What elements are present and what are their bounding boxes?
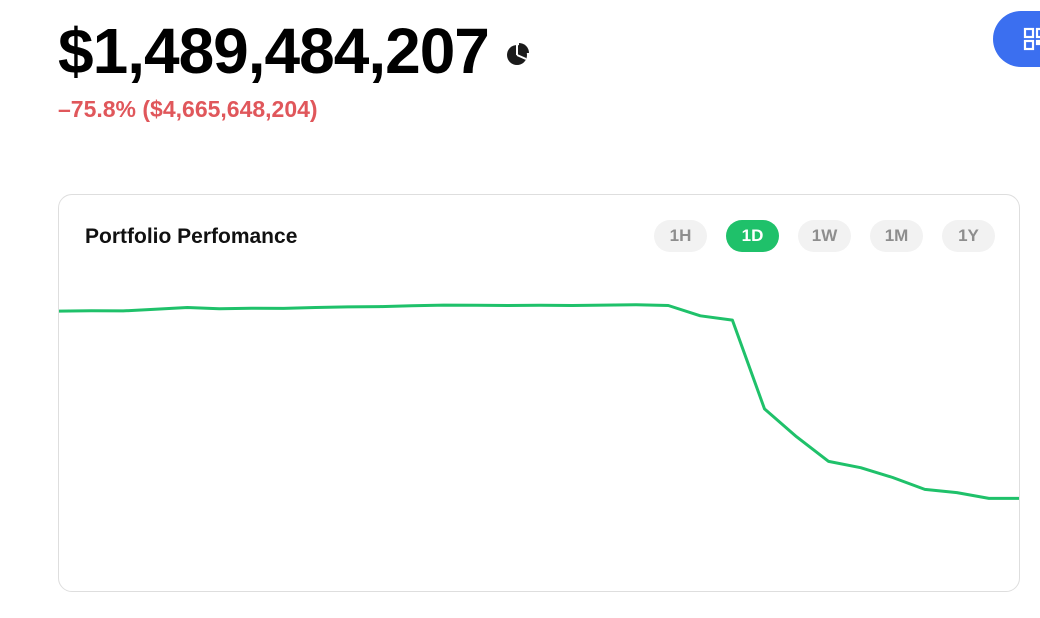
series-line bbox=[59, 303, 1019, 500]
qr-code-button[interactable] bbox=[993, 11, 1040, 67]
time-range-tabs: 1H 1D 1W 1M 1Y bbox=[654, 220, 995, 252]
card-title: Portfolio Perfomance bbox=[85, 225, 298, 248]
portfolio-change: –75.8% ($4,665,648,204) bbox=[58, 96, 318, 122]
performance-chart bbox=[59, 303, 1019, 500]
tab-1w[interactable]: 1W bbox=[798, 220, 851, 252]
qr-code-icon bbox=[1023, 27, 1040, 51]
pie-chart-icon[interactable] bbox=[505, 41, 531, 67]
tab-1m[interactable]: 1M bbox=[870, 220, 923, 252]
portfolio-balance: $1,489,484,207 bbox=[58, 15, 490, 87]
tab-1y[interactable]: 1Y bbox=[942, 220, 995, 252]
balance-row: $1,489,484,207 bbox=[58, 12, 531, 90]
tab-1d[interactable]: 1D bbox=[726, 220, 779, 252]
tab-1h[interactable]: 1H bbox=[654, 220, 707, 252]
portfolio-performance-card: Portfolio Perfomance 1H 1D 1W 1M 1Y bbox=[58, 194, 1020, 592]
